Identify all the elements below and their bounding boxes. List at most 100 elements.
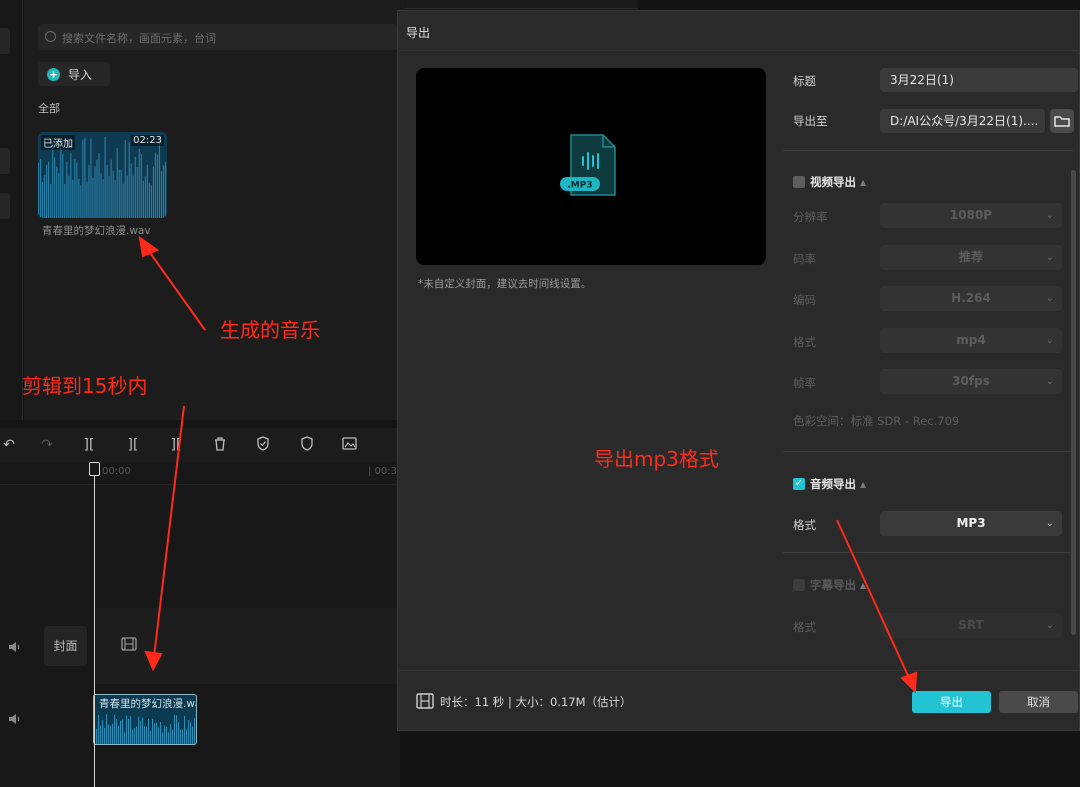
speaker-icon[interactable] xyxy=(8,713,22,725)
import-button[interactable]: + 导入 xyxy=(38,62,110,86)
dialog-divider xyxy=(398,50,1080,51)
waveform-bar xyxy=(38,162,40,218)
bitrate-select[interactable]: 推荐 ⌄ xyxy=(880,245,1062,270)
video-export-toggle[interactable]: 视频导出 ▲ xyxy=(793,174,866,190)
film-icon xyxy=(121,637,137,651)
trim-left-icon[interactable]: ][ xyxy=(124,436,142,454)
subtitle-export-checkbox[interactable] xyxy=(793,579,805,591)
waveform-bar xyxy=(176,715,178,744)
codec-select[interactable]: H.264 ⌄ xyxy=(880,286,1062,311)
waveform-bar xyxy=(134,728,136,744)
export-path-field[interactable]: D:/AI公众号/3月22日(1).... xyxy=(880,109,1045,133)
video-format-label: 格式 xyxy=(793,335,816,349)
redo-icon[interactable]: ↷ xyxy=(38,436,56,454)
annotation-export-note: 导出mp3格式 xyxy=(594,447,719,471)
audio-format-select[interactable]: MP3 ⌄ xyxy=(880,511,1062,536)
waveform-bar xyxy=(108,724,110,744)
media-filename: 青春里的梦幻浪漫.wav xyxy=(42,225,151,237)
search-icon xyxy=(45,31,56,42)
waveform-bar xyxy=(178,722,180,744)
timeline-toolbar xyxy=(0,428,400,463)
strip-button[interactable] xyxy=(0,148,10,174)
waveform-bar xyxy=(158,138,161,218)
shield-check-icon[interactable] xyxy=(254,436,272,454)
mp3-file-icon: .MP3 xyxy=(560,134,616,196)
section-divider xyxy=(783,451,1073,452)
waveform-bar xyxy=(82,139,84,218)
subtitle-export-label: 字幕导出 xyxy=(810,578,856,592)
subtitle-format-select[interactable]: SRT ⌄ xyxy=(880,613,1062,638)
playhead-line[interactable] xyxy=(94,462,95,787)
ruler-time-next: | 00:3 xyxy=(368,466,398,477)
waveform-bar xyxy=(146,726,148,744)
framerate-select[interactable]: 30fps ⌄ xyxy=(880,369,1062,394)
waveform-bar xyxy=(52,142,54,218)
audio-export-toggle[interactable]: ✓ 音频导出 ▲ xyxy=(793,476,866,492)
title-label: 标题 xyxy=(793,74,816,88)
duration-size-info: 时长：11 秒 | 大小：0.17M（估计） xyxy=(440,695,632,709)
image-edit-icon[interactable] xyxy=(341,436,359,454)
waveform-bar xyxy=(40,158,42,218)
resolution-select[interactable]: 1080P ⌄ xyxy=(880,203,1062,228)
speaker-icon[interactable] xyxy=(8,641,22,653)
folder-button[interactable] xyxy=(1050,109,1074,133)
waveform-bar xyxy=(160,721,162,744)
cancel-button[interactable]: 取消 xyxy=(999,691,1078,713)
annotation-trim-note: 剪辑到15秒内 xyxy=(22,374,148,398)
playhead-handle[interactable] xyxy=(89,462,100,476)
search-input[interactable] xyxy=(60,24,394,52)
dialog-title: 导出 xyxy=(406,26,431,40)
waveform-bar xyxy=(106,714,108,744)
strip-button[interactable] xyxy=(0,193,10,219)
subtitle-export-toggle[interactable]: 字幕导出 ▲ xyxy=(793,577,866,593)
waveform-bar xyxy=(180,729,182,744)
undo-icon[interactable]: ↶ xyxy=(0,436,18,454)
waveform-bar xyxy=(164,725,166,744)
waveform-bar xyxy=(140,154,142,218)
cover-button[interactable]: 封面 xyxy=(44,626,87,666)
title-input[interactable] xyxy=(880,68,1078,92)
waveform-bar xyxy=(182,729,184,744)
waveform-bar xyxy=(150,730,152,744)
video-format-select[interactable]: mp4 ⌄ xyxy=(880,328,1062,353)
waveform-bar xyxy=(158,727,160,744)
waveform-bar xyxy=(96,159,98,218)
settings-scrollbar[interactable] xyxy=(1071,170,1076,635)
shield-icon[interactable] xyxy=(298,436,316,454)
waveform-bar xyxy=(138,148,140,218)
waveform-bar xyxy=(120,720,122,744)
media-card[interactable]: 已添加 02:23 xyxy=(38,132,167,218)
search-box[interactable] xyxy=(38,24,398,52)
waveform-bar xyxy=(114,714,116,744)
left-tool-strip xyxy=(0,0,23,420)
all-filter-label[interactable]: 全部 xyxy=(38,100,60,116)
waveform-bar xyxy=(98,153,100,218)
resolution-label: 分辨率 xyxy=(793,210,828,224)
audio-clip[interactable]: 青春里的梦幻浪漫.wav xyxy=(93,694,197,745)
waveform-bar xyxy=(112,723,114,744)
audio-export-label: 音频导出 xyxy=(810,477,856,491)
waveform-bar xyxy=(196,732,197,744)
waveform-bar xyxy=(100,173,102,218)
waveform-bar xyxy=(60,147,62,218)
video-export-checkbox[interactable] xyxy=(793,176,805,188)
waveform-bar xyxy=(184,715,186,744)
split-icon[interactable]: ][ xyxy=(80,436,98,454)
waveform-bar xyxy=(54,157,56,218)
export-button[interactable]: 导出 xyxy=(912,691,991,713)
trim-right-icon[interactable]: ][ xyxy=(167,436,185,454)
waveform-bar xyxy=(76,162,78,218)
waveform-bar xyxy=(168,732,170,744)
audio-export-checkbox[interactable]: ✓ xyxy=(793,478,805,490)
waveform-bar xyxy=(110,159,112,218)
audio-format-value: MP3 xyxy=(956,516,986,530)
waveform-bar xyxy=(130,716,132,744)
waveform-bar xyxy=(122,719,124,744)
time-ruler[interactable] xyxy=(0,462,400,485)
strip-button[interactable] xyxy=(0,28,10,54)
waveform-bar xyxy=(90,138,92,218)
waveform-bar xyxy=(106,164,108,218)
section-divider xyxy=(783,552,1073,553)
delete-icon[interactable] xyxy=(211,436,229,454)
waveform-bar xyxy=(136,726,138,744)
